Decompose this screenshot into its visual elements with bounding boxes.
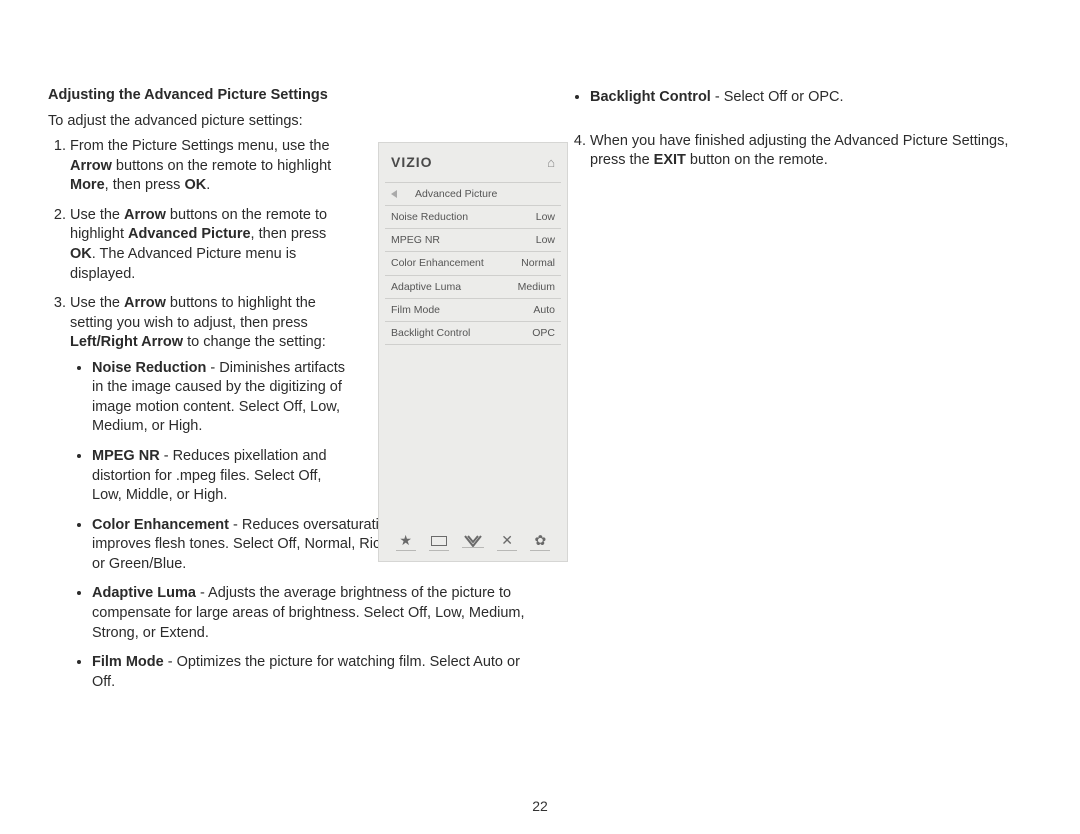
option-label: Adaptive Luma	[92, 585, 196, 601]
option-label: Noise Reduction	[92, 360, 206, 376]
sep: -	[229, 517, 242, 533]
osd-row: Adaptive Luma Medium	[385, 276, 561, 299]
brand-logo: VIZIO	[391, 153, 433, 172]
osd-row-value: Auto	[533, 303, 555, 317]
sep: -	[160, 448, 173, 464]
osd-panel: VIZIO ⌂ Advanced Picture Noise Reduction…	[378, 142, 568, 562]
step-3: Use the Arrow buttons to highlight the s…	[70, 294, 350, 506]
sep: -	[164, 654, 177, 670]
left-column: Adjusting the Advanced Picture Settings …	[48, 86, 538, 702]
instruction-list-cont: When you have finished adjusting the Adv…	[568, 132, 1038, 171]
option-label: MPEG NR	[92, 448, 160, 464]
osd-row: Film Mode Auto	[385, 299, 561, 322]
bold: OK	[70, 246, 92, 262]
text: , then press	[251, 226, 327, 242]
option-label: Film Mode	[92, 654, 164, 670]
osd-title: Advanced Picture	[415, 187, 497, 201]
option-label: Color Enhancement	[92, 517, 229, 533]
osd-settings-list: Noise Reduction Low MPEG NR Low Color Enha…	[385, 206, 561, 345]
osd-row-label: Noise Reduction	[391, 210, 468, 224]
osd-row-value: Normal	[521, 256, 555, 270]
text: From the Picture Settings menu, use the	[70, 138, 330, 154]
text: to change the setting:	[183, 334, 326, 350]
osd-title-row: Advanced Picture	[385, 182, 561, 206]
option-mpeg-nr: MPEG NR - Reduces pixellation and distor…	[92, 447, 350, 506]
bold: Arrow	[124, 207, 166, 223]
option-label: Backlight Control	[590, 89, 711, 105]
text: . The Advanced Picture menu is displayed…	[70, 246, 296, 282]
osd-row-label: MPEG NR	[391, 233, 440, 247]
sep: -	[711, 89, 724, 105]
option-body: Select Off or OPC.	[724, 89, 844, 105]
bold: Arrow	[124, 295, 166, 311]
star-icon: ★	[396, 531, 416, 551]
osd-row-label: Color Enhancement	[391, 256, 484, 270]
osd-row-label: Film Mode	[391, 303, 440, 317]
text: , then press	[105, 177, 185, 193]
options-list-right: Backlight Control - Select Off or OPC.	[568, 88, 1038, 108]
text: Use the	[70, 295, 124, 311]
osd-row-value: OPC	[532, 326, 555, 340]
back-icon	[391, 190, 397, 198]
osd-header: VIZIO ⌂	[385, 153, 561, 182]
sep: -	[196, 585, 208, 601]
manual-page: Adjusting the Advanced Picture Settings …	[0, 0, 1080, 722]
osd-row-value: Low	[536, 233, 555, 247]
bold: Arrow	[70, 158, 112, 174]
close-icon: ✕	[497, 531, 517, 551]
right-column: Backlight Control - Select Off or OPC. W…	[568, 86, 1038, 702]
text: buttons on the remote to highlight	[112, 158, 331, 174]
osd-footer: ★ ✕ ✿	[389, 531, 557, 551]
bold: OK	[184, 177, 206, 193]
osd-row: MPEG NR Low	[385, 229, 561, 252]
step-2: Use the Arrow buttons on the remote to h…	[70, 206, 350, 284]
osd-row-label: Adaptive Luma	[391, 280, 461, 294]
step-4: When you have finished adjusting the Adv…	[590, 132, 1038, 171]
osd-row-value: Low	[536, 210, 555, 224]
text: .	[206, 177, 210, 193]
osd-row-label: Backlight Control	[391, 326, 470, 340]
option-film-mode: Film Mode - Optimizes the picture for wa…	[92, 653, 528, 692]
bold: Left/Right Arrow	[70, 334, 183, 350]
option-backlight-control: Backlight Control - Select Off or OPC.	[590, 88, 1038, 108]
text: Use the	[70, 207, 124, 223]
page-number: 22	[0, 797, 1080, 816]
osd-row: Noise Reduction Low	[385, 206, 561, 229]
wide-icon	[429, 531, 449, 551]
options-list-narrow: Noise Reduction - Diminishes artifacts i…	[70, 359, 350, 506]
bold: EXIT	[654, 152, 686, 168]
option-adaptive-luma: Adaptive Luma - Adjusts the average brig…	[92, 584, 528, 643]
step-1: From the Picture Settings menu, use the …	[70, 137, 350, 196]
osd-row: Color Enhancement Normal	[385, 252, 561, 275]
osd-row-value: Medium	[518, 280, 555, 294]
bold: Advanced Picture	[128, 226, 251, 242]
gear-icon: ✿	[530, 531, 550, 551]
section-title: Adjusting the Advanced Picture Settings	[48, 86, 538, 106]
intro-text: To adjust the advanced picture settings:	[48, 112, 538, 132]
text: button on the remote.	[686, 152, 828, 168]
option-noise-reduction: Noise Reduction - Diminishes artifacts i…	[92, 359, 350, 437]
osd-row: Backlight Control OPC	[385, 322, 561, 345]
sep: -	[206, 360, 219, 376]
home-icon: ⌂	[547, 154, 555, 172]
v-icon	[462, 535, 484, 548]
bold: More	[70, 177, 105, 193]
